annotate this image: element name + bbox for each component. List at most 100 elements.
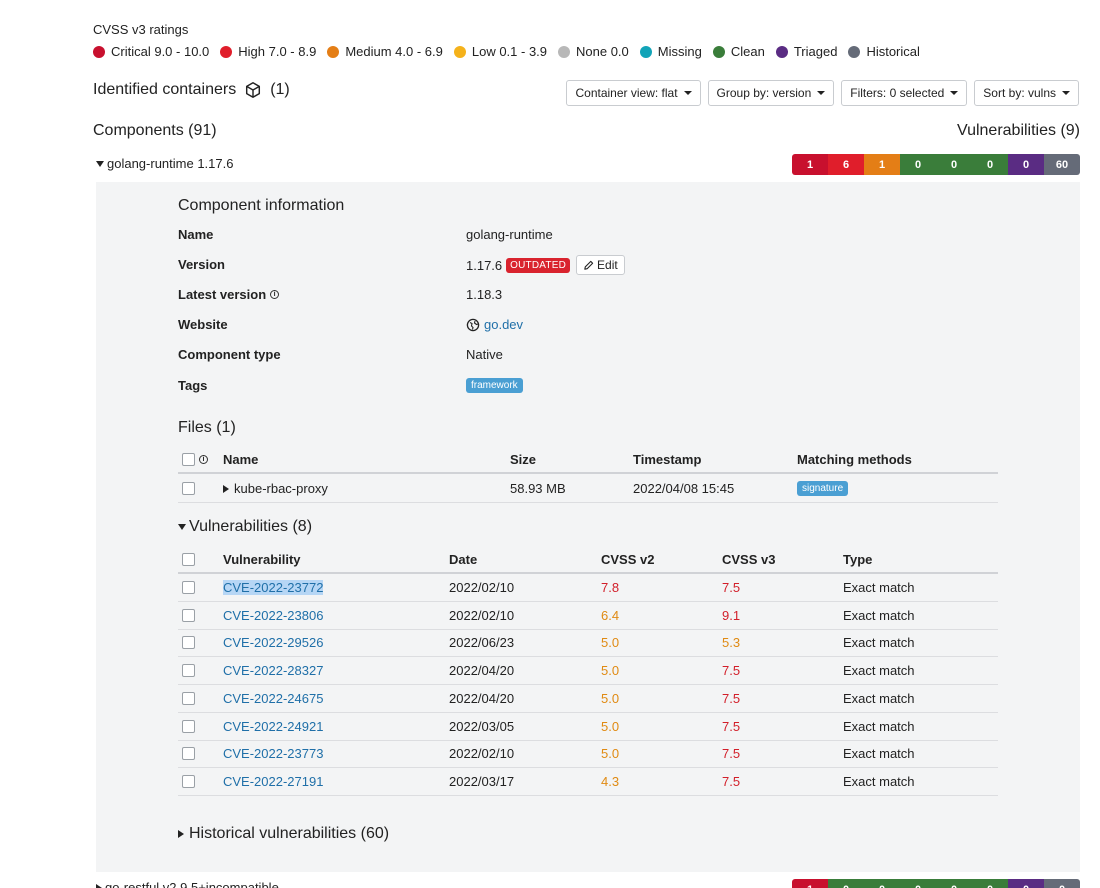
vulnerability-row[interactable]: CVE-2022-23772 2022/02/10 7.8 7.5 Exact matc… — [178, 574, 998, 602]
vuln-count-badge[interactable]: 0 — [900, 154, 936, 175]
cve-link[interactable]: CVE-2022-23773 — [223, 746, 323, 761]
vuln-date: 2022/02/10 — [449, 607, 515, 623]
website-label: Website — [178, 317, 228, 332]
cvss-v3-score: 7.5 — [722, 746, 741, 762]
vuln-row-checkbox[interactable] — [182, 664, 195, 678]
match-type: Exact match — [843, 663, 915, 679]
cve-link[interactable]: CVE-2022-29526 — [223, 635, 323, 650]
vuln-row-checkbox[interactable] — [182, 581, 195, 594]
cve-link[interactable]: CVE-2022-24921 — [223, 719, 323, 734]
vuln-row-checkbox[interactable] — [182, 691, 195, 705]
vuln-row-checkbox[interactable] — [182, 774, 195, 788]
vuln-count-badge[interactable]: 1 — [792, 879, 828, 888]
vuln-date: 2022/06/23 — [449, 635, 515, 651]
vuln-count-badge[interactable]: 0 — [1008, 879, 1044, 888]
match-type: Exact match — [843, 718, 915, 734]
select-all-files-checkbox[interactable] — [182, 452, 195, 466]
legend-dot-icon — [639, 45, 652, 58]
cve-link[interactable]: CVE-2022-23772 — [223, 580, 324, 595]
legend-label: High 7.0 - 8.9 — [238, 44, 317, 59]
component-name: go-restful v2.9.5+incompatible — [105, 880, 279, 888]
cve-link[interactable]: CVE-2022-24675 — [223, 691, 323, 706]
col-matching-methods: Matching methods — [797, 451, 912, 467]
globe-icon — [466, 318, 480, 331]
file-row[interactable]: kube-rbac-proxy 58.93 MB 2022/04/08 15:4… — [178, 475, 998, 503]
cve-link[interactable]: CVE-2022-23806 — [223, 608, 323, 623]
vuln-count-badge[interactable]: 0 — [828, 879, 864, 888]
filters-dropdown[interactable]: Filters: 0 selected — [841, 80, 968, 106]
vulnerability-row[interactable]: CVE-2022-23773 2022/02/10 5.0 7.5 Exact matc… — [178, 740, 998, 769]
vuln-row-checkbox[interactable] — [182, 747, 195, 761]
info-icon[interactable]: i — [199, 454, 208, 464]
name-value: golang-runtime — [466, 227, 553, 242]
vulnerability-row[interactable]: CVE-2022-28327 2022/04/20 5.0 7.5 Exact matc… — [178, 657, 998, 686]
vuln-count-badge[interactable]: 0 — [972, 879, 1008, 888]
cube-icon — [246, 82, 261, 98]
file-timestamp: 2022/04/08 15:45 — [633, 481, 735, 496]
sort-by-dropdown[interactable]: Sort by: vulns — [974, 80, 1079, 106]
cvss-v2-score: 5.0 — [601, 718, 620, 734]
legend-dot-icon — [327, 45, 340, 58]
vuln-count-badge[interactable]: 0 — [900, 879, 936, 888]
vulnerabilities-heading: Vulnerabilities (9) — [956, 122, 1080, 139]
legend-label: Clean — [730, 44, 765, 59]
vulnerability-row[interactable]: CVE-2022-24921 2022/03/05 5.0 7.5 Exact matc… — [178, 713, 998, 741]
vuln-date: 2022/02/10 — [449, 580, 515, 595]
vulnerability-row[interactable]: CVE-2022-23806 2022/02/10 6.4 9.1 Exact matc… — [178, 602, 998, 630]
cvss-v2-score: 5.0 — [601, 635, 620, 651]
vuln-row-checkbox[interactable] — [182, 719, 195, 733]
match-type: Exact match — [843, 773, 915, 789]
edit-version-button[interactable]: Edit — [576, 255, 625, 275]
identified-containers-count: (1) — [270, 81, 290, 98]
website-link[interactable]: go.dev — [484, 317, 523, 332]
vuln-count-badge[interactable]: 1 — [864, 154, 900, 175]
legend-label: Critical 9.0 - 10.0 — [111, 44, 210, 59]
legend-item: Triaged — [775, 44, 838, 59]
legend-dot-icon — [775, 45, 788, 58]
vuln-count-badge[interactable]: 0 — [864, 879, 900, 888]
cve-link[interactable]: CVE-2022-28327 — [223, 663, 323, 678]
vulnerability-row[interactable]: CVE-2022-29526 2022/06/23 5.0 5.3 Exact matc… — [178, 629, 998, 658]
legend-item: Critical 9.0 - 10.0 — [93, 44, 209, 59]
container-view-dropdown[interactable]: Container view: flat — [566, 80, 701, 106]
component-row-toggle[interactable]: golang-runtime 1.17.6 — [96, 156, 233, 171]
legend-label: Triaged — [793, 44, 838, 59]
framework-tag[interactable]: framework — [466, 378, 523, 393]
vuln-count-badge[interactable]: 0 — [972, 154, 1008, 175]
signature-badge: signature — [797, 481, 849, 496]
vulnerability-row[interactable]: CVE-2022-27191 2022/03/17 4.3 7.5 Exact matc… — [178, 768, 998, 796]
triangle-right-icon[interactable] — [223, 484, 229, 493]
col-name: Name — [223, 451, 259, 467]
match-type: Exact match — [843, 580, 915, 595]
caret-down-icon — [1062, 91, 1070, 95]
cve-link[interactable]: CVE-2022-27191 — [223, 774, 323, 789]
vuln-count-badge[interactable]: 60 — [1044, 154, 1080, 175]
vuln-row-checkbox[interactable] — [182, 608, 195, 622]
component-vuln-counts: 1 6 1 0 0 0 0 60 — [792, 154, 1080, 175]
legend-item: Clean — [712, 44, 765, 59]
select-all-vulns-checkbox[interactable] — [182, 552, 195, 566]
vuln-count-badge[interactable]: 1 — [792, 154, 828, 175]
component-vuln-counts: 10000000 — [792, 879, 1080, 888]
file-name: kube-rbac-proxy — [234, 481, 328, 496]
group-by-label: Group by: version — [716, 86, 812, 100]
info-icon[interactable]: i — [270, 290, 280, 299]
historical-vulns-toggle[interactable]: Historical vulnerabilities (60) — [178, 825, 389, 843]
vuln-count-badge[interactable]: 0 — [1044, 879, 1080, 888]
file-row-checkbox[interactable] — [182, 482, 195, 495]
vulnerability-row[interactable]: CVE-2022-24675 2022/04/20 5.0 7.5 Exact matc… — [178, 685, 998, 713]
vuln-count-badge[interactable]: 0 — [936, 154, 972, 175]
group-by-dropdown[interactable]: Group by: version — [707, 80, 835, 106]
vuln-row-checkbox[interactable] — [182, 636, 195, 650]
component-row-toggle[interactable]: go-restful v2.9.5+incompatible — [96, 880, 279, 888]
vulnerabilities-toggle[interactable]: Vulnerabilities (8) — [178, 518, 312, 536]
files-table-header: i Name Size Timestamp Matching methods — [178, 446, 998, 474]
vuln-count-badge[interactable]: 0 — [1008, 154, 1044, 175]
vuln-count-badge[interactable]: 0 — [936, 879, 972, 888]
component-name: golang-runtime 1.17.6 — [107, 156, 234, 171]
match-type: Exact match — [843, 746, 915, 762]
view-toolbar: Container view: flat Group by: version F… — [566, 80, 1079, 106]
legend-item: Medium 4.0 - 6.9 — [327, 44, 443, 59]
vuln-count-badge[interactable]: 6 — [828, 154, 864, 175]
cvss-ratings-title: CVSS v3 ratings — [93, 22, 189, 37]
